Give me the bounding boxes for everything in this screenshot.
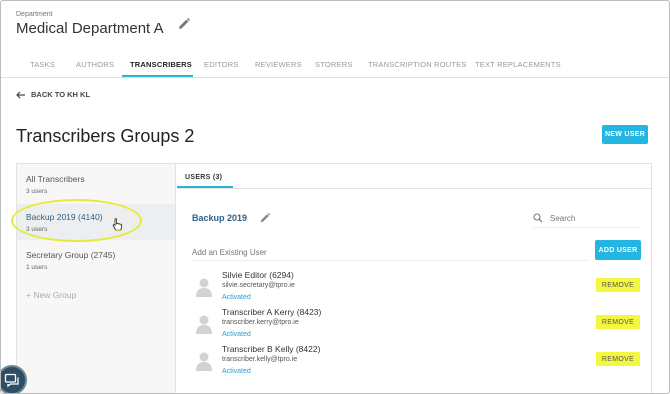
divider: [177, 188, 651, 189]
page-title: Transcribers Groups 2: [16, 126, 195, 146]
new-user-button[interactable]: NEW USER: [602, 125, 648, 144]
back-link-label: BACK TO KH KL: [31, 90, 91, 99]
user-name: Silvie Editor (6294): [222, 270, 294, 280]
chat-button[interactable]: [1, 365, 27, 393]
tab-text-replacements[interactable]: TEXT REPLACEMENTS: [475, 60, 561, 69]
edit-pencil-icon[interactable]: [259, 212, 271, 224]
add-user-button[interactable]: ADD USER: [595, 240, 641, 260]
user-status: Activated: [222, 294, 251, 301]
user-row: Silvie Editor (6294) silvie.secretary@tp…: [192, 270, 642, 307]
user-status: Activated: [222, 331, 251, 338]
user-name: Transcriber B Kelly (8422): [222, 344, 321, 354]
group-count: 1 users: [26, 264, 48, 271]
user-status: Activated: [222, 368, 251, 375]
arrow-left-icon: [16, 91, 25, 98]
department-tabs: TASKS AUTHORS TRANSCRIBERS EDITORS REVIE…: [1, 45, 669, 78]
user-name: Transcriber A Kerry (8423): [222, 307, 322, 317]
user-email: transcriber.kelly@tpro.ie: [222, 356, 298, 363]
tab-tasks[interactable]: TASKS: [30, 60, 55, 69]
groups-panel: All Transcribers 3 users Backup 2019 (41…: [11, 163, 652, 393]
group-count: 3 users: [26, 188, 48, 195]
remove-user-button[interactable]: REMOVE: [596, 315, 640, 329]
app-window: Department Medical Department A TASKS AU…: [0, 0, 670, 394]
hand-cursor-icon: [112, 218, 123, 234]
search-input[interactable]: [550, 213, 630, 223]
group-name: All Transcribers: [26, 174, 85, 184]
group-name: Secretary Group (2745): [26, 250, 116, 260]
tab-transcription-routes[interactable]: TRANSCRIPTION ROUTES: [368, 60, 467, 69]
tab-storers[interactable]: STORERS: [315, 60, 353, 69]
add-existing-user-input[interactable]: [192, 245, 588, 261]
remove-user-button[interactable]: REMOVE: [596, 278, 640, 292]
tab-editors[interactable]: EDITORS: [204, 60, 239, 69]
group-item-all-transcribers[interactable]: All Transcribers 3 users: [17, 166, 175, 202]
user-email: silvie.secretary@tpro.ie: [222, 282, 295, 289]
group-detail: USERS (3) Backup 2019 ADD USER: [177, 164, 651, 393]
back-link[interactable]: BACK TO KH KL: [16, 90, 90, 99]
department-name: Medical Department A: [16, 20, 164, 37]
groups-sidebar: All Transcribers 3 users Backup 2019 (41…: [11, 164, 176, 393]
remove-user-button[interactable]: REMOVE: [596, 352, 640, 366]
active-tab-indicator: [122, 75, 193, 77]
tab-users[interactable]: USERS (3): [185, 174, 222, 181]
tab-reviewers[interactable]: REVIEWERS: [255, 60, 302, 69]
user-row: Transcriber A Kerry (8423) transcriber.k…: [192, 307, 642, 344]
group-item-secretary-group[interactable]: Secretary Group (2745) 1 users: [17, 242, 175, 278]
search-box: [533, 209, 641, 228]
avatar-icon: [196, 278, 212, 297]
chat-icon: [4, 373, 19, 387]
new-group-link[interactable]: + New Group: [26, 290, 76, 300]
user-row: Transcriber B Kelly (8422) transcriber.k…: [192, 344, 642, 381]
avatar-icon: [196, 352, 212, 371]
edit-pencil-icon[interactable]: [177, 17, 191, 31]
department-label: Department: [16, 11, 53, 18]
avatar-icon: [196, 315, 212, 334]
user-email: transcriber.kerry@tpro.ie: [222, 319, 299, 326]
group-detail-title: Backup 2019: [192, 213, 248, 223]
tab-transcribers[interactable]: TRANSCRIBERS: [130, 60, 192, 69]
search-icon: [533, 213, 543, 223]
tab-authors[interactable]: AUTHORS: [76, 60, 114, 69]
